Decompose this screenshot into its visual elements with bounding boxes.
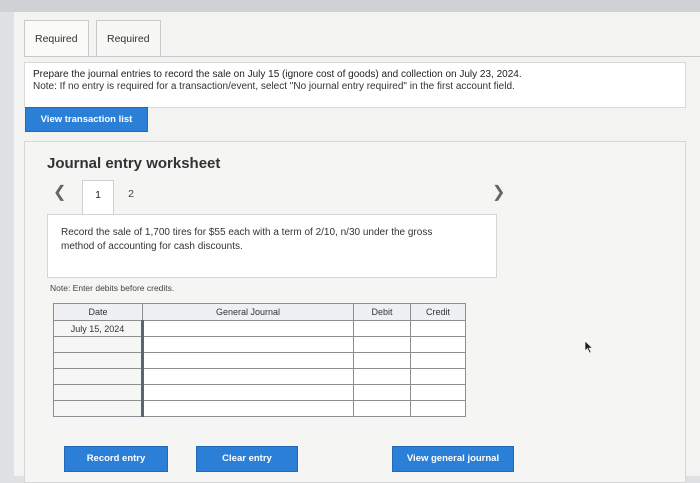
debit-input[interactable] [353, 368, 411, 385]
chevron-right-icon[interactable]: ❯ [492, 182, 505, 202]
transaction-description-box: Record the sale of 1,700 tires for $55 e… [47, 214, 497, 278]
credit-input[interactable] [410, 400, 466, 417]
date-cell [53, 352, 143, 369]
account-input[interactable] [141, 384, 354, 401]
table-row [53, 336, 466, 353]
debit-input[interactable] [353, 336, 411, 353]
credit-input[interactable] [410, 352, 466, 369]
credit-input[interactable] [410, 320, 466, 337]
table-row [53, 384, 466, 401]
table-row [53, 400, 466, 417]
date-header: Date [53, 303, 143, 321]
question-panel: Required 1 Required 2 Prepare the journa… [14, 12, 700, 483]
tab-divider [24, 56, 700, 57]
credit-input[interactable] [410, 368, 466, 385]
debit-input[interactable] [353, 352, 411, 369]
credit-header: Credit [410, 303, 466, 321]
credit-input[interactable] [410, 336, 466, 353]
journal-table: Date General Journal Debit Credit July 1… [53, 303, 466, 417]
account-input[interactable] [141, 368, 354, 385]
instruction-text: Prepare the journal entries to record th… [33, 69, 522, 80]
view-general-journal-button[interactable]: View general journal [392, 446, 514, 472]
instruction-note: Note: If no entry is required for a tran… [33, 81, 515, 92]
record-entry-button[interactable]: Record entry [64, 446, 168, 472]
step-tab-1[interactable]: 1 [82, 180, 114, 215]
top-bar [0, 0, 700, 12]
account-input[interactable] [141, 336, 354, 353]
view-transaction-list-button[interactable]: View transaction list [25, 107, 148, 132]
account-input[interactable] [141, 320, 354, 337]
general-journal-header: General Journal [142, 303, 354, 321]
table-row [53, 368, 466, 385]
chevron-left-icon[interactable]: ❮ [53, 182, 66, 202]
date-cell: July 15, 2024 [53, 320, 143, 337]
tab-required-1[interactable]: Required 1 [24, 20, 89, 81]
account-input[interactable] [141, 352, 354, 369]
step-tab-2[interactable]: 2 [121, 180, 141, 208]
journal-entry-worksheet: Journal entry worksheet ❮ 1 2 ❯ Record t… [24, 141, 686, 483]
account-input[interactable] [141, 400, 354, 417]
instructions-box: Prepare the journal entries to record th… [24, 62, 686, 108]
date-cell [53, 384, 143, 401]
table-header-row: Date General Journal Debit Credit [53, 303, 466, 321]
clear-entry-button[interactable]: Clear entry [196, 446, 298, 472]
debits-note: Note: Enter debits before credits. [50, 283, 175, 293]
date-cell [53, 368, 143, 385]
date-cell [53, 336, 143, 353]
tab-required-2[interactable]: Required 2 [96, 20, 161, 81]
debit-input[interactable] [353, 320, 411, 337]
debit-input[interactable] [353, 384, 411, 401]
credit-input[interactable] [410, 384, 466, 401]
date-cell [53, 400, 143, 417]
debit-input[interactable] [353, 400, 411, 417]
table-row [53, 352, 466, 369]
debit-header: Debit [353, 303, 411, 321]
table-row: July 15, 2024 [53, 320, 466, 337]
worksheet-title: Journal entry worksheet [47, 155, 221, 172]
transaction-description: Record the sale of 1,700 tires for $55 e… [61, 227, 433, 252]
mouse-cursor-icon [584, 340, 594, 354]
